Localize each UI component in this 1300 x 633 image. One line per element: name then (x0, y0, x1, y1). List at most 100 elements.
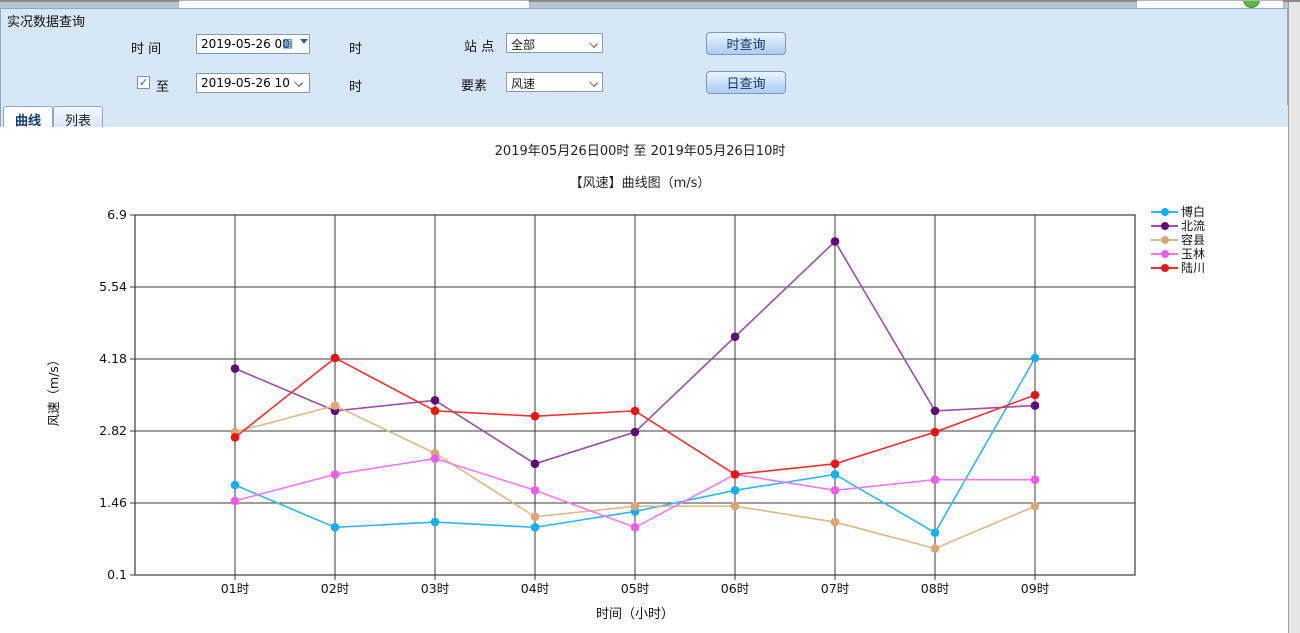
legend-item[interactable]: 博白 (1151, 205, 1205, 219)
x-tick-label: 09时 (1021, 581, 1050, 596)
element-select-value: 风速 (511, 77, 535, 91)
element-label: 要素 (461, 75, 487, 94)
legend-dot-icon (1161, 236, 1169, 244)
data-point (831, 237, 840, 246)
data-point (631, 428, 640, 437)
y-tick-label: 6.9 (107, 207, 127, 222)
legend-line-icon (1151, 211, 1178, 213)
tab-list[interactable]: 列表 (53, 106, 103, 127)
x-tick-label: 08时 (921, 581, 950, 596)
data-point (331, 523, 340, 532)
wind-speed-line-chart: 0.11.462.824.185.546.901时02时03时04时05时06时… (0, 195, 1160, 633)
data-point (231, 481, 240, 490)
to-label: 至 (156, 76, 169, 95)
data-point (1031, 391, 1040, 400)
legend-item[interactable]: 北流 (1151, 219, 1205, 233)
legend-item[interactable]: 陆川 (1151, 261, 1205, 275)
chart-title: 2019年05月26日00时 至 2019年05月26日10时 (0, 140, 1280, 159)
data-point (931, 475, 940, 484)
tab-bar: 曲线 列表 (0, 105, 1288, 127)
y-tick-label: 4.18 (99, 351, 127, 366)
data-point (231, 497, 240, 506)
station-select-value: 全部 (511, 38, 535, 52)
element-select[interactable]: 风速 (506, 72, 603, 92)
data-point (331, 401, 340, 410)
data-point (631, 502, 640, 511)
chevron-down-icon (589, 78, 598, 87)
legend-label: 北流 (1181, 220, 1205, 233)
datepicker-button[interactable]: ▦ (282, 36, 308, 51)
data-point (631, 523, 640, 532)
x-tick-label: 03时 (421, 581, 450, 596)
y-axis-title: 风速（m/s） (46, 354, 61, 427)
data-point (431, 407, 440, 416)
x-tick-label: 02时 (321, 581, 350, 596)
hour-query-button[interactable]: 时查询 (706, 32, 786, 55)
data-point (231, 364, 240, 373)
data-point (431, 396, 440, 405)
data-point (931, 428, 940, 437)
data-point (431, 518, 440, 527)
legend-dot-icon (1161, 264, 1169, 272)
data-point (831, 486, 840, 495)
data-point (531, 523, 540, 532)
day-query-button[interactable]: 日查询 (706, 71, 786, 94)
data-point (531, 486, 540, 495)
legend-dot-icon (1161, 222, 1169, 230)
chart-panel: 2019年05月26日00时 至 2019年05月26日10时 【风速】曲线图（… (0, 127, 1288, 633)
data-point (831, 460, 840, 469)
chart-legend: 博白北流容县玉林陆川 (1151, 205, 1205, 275)
check-icon: ✓ (139, 76, 148, 89)
chart-subtitle: 【风速】曲线图（m/s） (0, 172, 1280, 191)
x-tick-label: 01时 (221, 581, 250, 596)
data-point (731, 470, 740, 479)
legend-dot-icon (1161, 208, 1169, 216)
tab-curve[interactable]: 曲线 (3, 106, 53, 127)
station-label: 站 点 (464, 36, 494, 55)
data-point (531, 512, 540, 521)
station-select[interactable]: 全部 (506, 33, 603, 53)
legend-line-icon (1151, 253, 1178, 255)
data-point (831, 470, 840, 479)
legend-label: 玉林 (1181, 248, 1205, 261)
query-panel: 实况数据查询 时 间 ▦ 时 站 点 全部 时查询 ✓ 至 时 要素 风速 日查… (0, 8, 1288, 105)
window-top-edge (0, 0, 1300, 8)
end-time-input[interactable] (196, 73, 310, 93)
data-point (1031, 502, 1040, 511)
data-point (631, 407, 640, 416)
browser-tab-fragment (1136, 0, 1284, 8)
chevron-down-icon (589, 39, 598, 48)
y-tick-label: 5.54 (99, 279, 127, 294)
window-right-edge (1288, 2, 1300, 633)
x-tick-label: 04时 (521, 581, 550, 596)
data-point (931, 407, 940, 416)
hour-suffix-label: 时 (349, 38, 362, 57)
data-point (1031, 354, 1040, 363)
legend-item[interactable]: 玉林 (1151, 247, 1205, 261)
x-tick-label: 05时 (621, 581, 650, 596)
legend-dot-icon (1161, 250, 1169, 258)
y-tick-label: 2.82 (99, 423, 127, 438)
legend-line-icon (1151, 239, 1178, 241)
calendar-icon: ▦ (282, 36, 293, 50)
data-point (931, 544, 940, 553)
data-point (731, 332, 740, 341)
data-point (931, 528, 940, 537)
legend-label: 博白 (1181, 206, 1205, 219)
browser-tab-fragment (178, 0, 530, 8)
data-point (731, 502, 740, 511)
time-label: 时 间 (131, 38, 161, 57)
legend-item[interactable]: 容县 (1151, 233, 1205, 247)
data-point (1031, 401, 1040, 410)
legend-line-icon (1151, 267, 1178, 269)
y-tick-label: 1.46 (99, 495, 127, 510)
data-point (831, 518, 840, 527)
x-tick-label: 07时 (821, 581, 850, 596)
data-point (1031, 475, 1040, 484)
panel-title: 实况数据查询 (7, 11, 85, 30)
hour-suffix-label: 时 (349, 76, 362, 95)
legend-label: 容县 (1181, 234, 1205, 247)
caret-down-icon (300, 39, 308, 44)
data-point (731, 486, 740, 495)
to-checkbox[interactable]: ✓ (137, 76, 150, 89)
